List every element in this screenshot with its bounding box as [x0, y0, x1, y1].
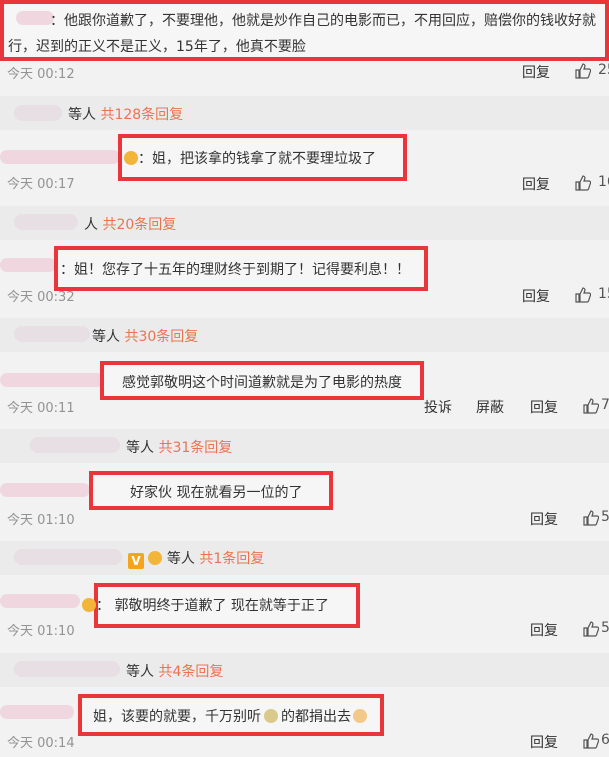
username-blurred[interactable]: [14, 105, 62, 121]
like-count: 5: [601, 509, 609, 525]
reply-button[interactable]: 回复: [530, 397, 558, 417]
like-count: 5: [601, 620, 609, 636]
like-count: 16: [598, 174, 609, 190]
thumbs-up-icon[interactable]: [575, 175, 591, 191]
comment-text: 好家伙 现在就看另一位的了: [130, 485, 303, 501]
reply-summary-text[interactable]: 等人 共4条回复: [126, 661, 223, 681]
report-button[interactable]: 投诉: [424, 397, 452, 417]
emoji-icon: [124, 151, 138, 165]
emoji-icon: [148, 551, 163, 565]
comment-text: ：姐！您存了十五年的理财终于到期了！记得要利息！！: [60, 262, 410, 278]
username-blurred[interactable]: [14, 661, 120, 677]
reply-summary-text[interactable]: V 等人 共1条回复: [128, 548, 264, 569]
username-blurred[interactable]: [0, 373, 104, 387]
username-blurred[interactable]: [14, 214, 78, 230]
comment-time: 今天 00:14: [7, 736, 75, 751]
username-blurred[interactable]: [14, 549, 122, 565]
comment-text: ：姐，把该拿的钱拿了就不要理垃圾了: [124, 148, 376, 168]
thumbs-up-icon[interactable]: [575, 287, 591, 303]
username-blurred[interactable]: [30, 437, 120, 453]
doge-emoji-icon: [353, 709, 367, 723]
like-count: 15: [598, 286, 609, 302]
thumbs-up-icon[interactable]: [583, 398, 599, 414]
thumbs-up-icon[interactable]: [575, 63, 591, 79]
username-blurred[interactable]: [14, 326, 90, 342]
block-button[interactable]: 屏蔽: [476, 397, 504, 417]
username-blurred[interactable]: [0, 705, 74, 719]
comment-text: 姐，该要的就要，千万别听 的都捐出去: [93, 706, 367, 726]
reply-button[interactable]: 回复: [522, 174, 550, 194]
reply-button[interactable]: 回复: [522, 62, 550, 82]
comment-text-line1: ：他跟你道歉了，不要理他，他就是炒作自己的电影而已，不用回应，赔偿你的钱收好就: [50, 13, 596, 29]
comment-text: ： 郭敬明终于道歉了 现在就等于正了: [82, 595, 329, 615]
username-blurred[interactable]: [16, 11, 54, 25]
food-emoji-icon: [264, 709, 278, 723]
vip-badge-icon: V: [128, 553, 144, 569]
comment-time: 今天 00:11: [7, 401, 75, 416]
username-blurred[interactable]: [0, 594, 80, 608]
comment-time: 今天 01:10: [7, 624, 75, 639]
username-blurred[interactable]: [0, 483, 90, 497]
reply-button[interactable]: 回复: [530, 732, 558, 752]
reply-summary-text[interactable]: 人 共20条回复: [84, 214, 176, 234]
thumbs-up-icon[interactable]: [583, 510, 599, 526]
like-count: 7: [601, 397, 609, 413]
reply-button[interactable]: 回复: [530, 509, 558, 529]
reply-summary-text[interactable]: 等人 共128条回复: [68, 104, 183, 124]
reply-summary-text[interactable]: 等人 共30条回复: [92, 326, 198, 346]
thumbs-up-icon[interactable]: [583, 733, 599, 749]
like-count: 6: [601, 732, 609, 748]
reply-button[interactable]: 回复: [530, 620, 558, 640]
like-count: 25: [598, 62, 609, 78]
comment-time: 今天 01:10: [7, 513, 75, 528]
username-blurred[interactable]: [0, 258, 56, 272]
username-blurred[interactable]: [0, 150, 120, 164]
comment-text: 感觉郭敬明这个时间道歉就是为了电影的热度: [122, 375, 402, 391]
thumbs-up-icon[interactable]: [583, 621, 599, 637]
comment-time: 今天 00:32: [7, 290, 75, 305]
comment-text-line2: 行，迟到的正义不是正义，15年了，他真不要脸: [8, 39, 306, 55]
emoji-icon: [82, 598, 96, 612]
reply-button[interactable]: 回复: [522, 286, 550, 306]
reply-summary-text[interactable]: 等人 共31条回复: [126, 437, 232, 457]
comment-time: 今天 00:17: [7, 177, 75, 192]
comment-time: 今天 00:12: [7, 67, 75, 82]
